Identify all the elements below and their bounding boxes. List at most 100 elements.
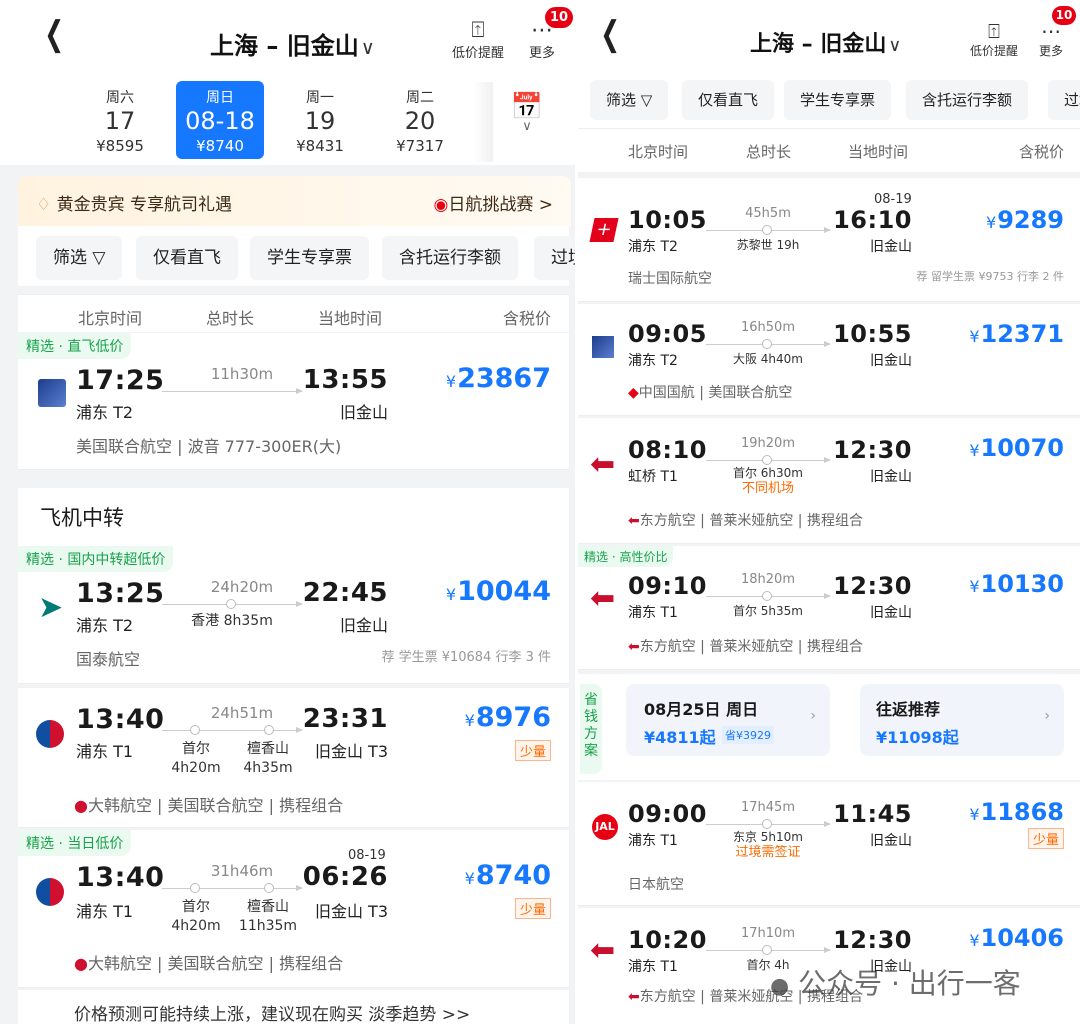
stop-dot xyxy=(762,945,772,955)
china-eastern-logo-icon: ⬅ xyxy=(590,581,616,616)
chevron-down-icon: ∨ xyxy=(360,36,375,59)
round-trip-box[interactable]: 往返推荐 ¥11098起 › xyxy=(860,684,1064,756)
transit-filter[interactable]: 过境 xyxy=(534,236,575,280)
price: ¥11868 xyxy=(969,798,1064,826)
nonstop-filter[interactable]: 仅看直飞 xyxy=(682,80,775,120)
route-title[interactable]: 上海 – 旧金山 ∨ xyxy=(210,26,375,61)
chevron-down-icon: ∨ xyxy=(888,36,902,56)
china-eastern-logo-icon: ⬅ xyxy=(590,447,616,482)
stop-dot xyxy=(226,599,236,609)
promo-bar[interactable]: ♢ 黄金贵宾 专享航司礼遇 ◉日航挑战赛 > xyxy=(18,176,571,226)
filter-button[interactable]: 筛选 ▽ xyxy=(590,80,669,120)
stop-dot xyxy=(264,725,274,735)
flight-card[interactable]: 精选 · 高性价比 ⬅ 09:10 浦东 T1 18h20m 首尔 5h35m … xyxy=(578,546,1080,670)
date-cell[interactable]: 周六 17 ¥8595 xyxy=(76,81,164,159)
flight-card[interactable]: 09:05 浦东 T2 16h50m 大阪 4h40m 10:55 旧金山 ¥1… xyxy=(578,304,1080,416)
price: ¥12371 xyxy=(969,320,1064,348)
wechat-icon: ● xyxy=(770,974,790,999)
stop-info: 东京 5h10m 过境需签证 xyxy=(732,830,803,860)
price: ¥23867 xyxy=(445,363,551,394)
date-strip-shadow xyxy=(473,82,493,162)
stop1: 首尔 4h20m xyxy=(171,899,221,934)
left-screen: ❮ 上海 – 旧金山∨ ⍐ 低价提醒 ⋯ 更多 10 五 6 265 周六 17… xyxy=(0,0,575,1024)
baggage-filter[interactable]: 含托运行李额 xyxy=(906,80,1029,120)
stop-dot xyxy=(762,819,772,829)
stop-dot xyxy=(264,883,274,893)
column-header: 北京时间 总时长 当地时间 含税价 xyxy=(578,128,1080,172)
price: ¥10130 xyxy=(969,570,1064,598)
trend-chart-icon: ⍐ xyxy=(988,19,1000,43)
more-button[interactable]: ⋯ 更多 xyxy=(1032,20,1070,59)
swiss-logo-icon: + xyxy=(589,218,619,242)
price: ¥8740 xyxy=(464,860,551,891)
column-header: 北京时间 总时长 当地时间 含税价 xyxy=(18,294,569,332)
date-cell[interactable]: 五 6 265 xyxy=(0,81,26,159)
price: ¥9289 xyxy=(986,206,1064,234)
flight-card[interactable]: 13:40 浦东 T1 24h51m 首尔 4h20m 檀香山 4h35m 23:3… xyxy=(18,688,569,828)
flight-card[interactable]: JAL 09:00 浦东 T1 17h45m 东京 5h10m 过境需签证 11:… xyxy=(578,782,1080,906)
korean-air-logo-icon xyxy=(36,720,64,748)
transit-filter[interactable]: 过境 xyxy=(1048,80,1080,120)
stop-dot xyxy=(762,225,772,235)
airline-row: ◆中国国航 | 美国联合航空 xyxy=(628,385,793,401)
stop-dot xyxy=(190,725,200,735)
right-screen: ❮ 上海 – 旧金山 ∨ ⍐ 低价提醒 ⋯ 更多 10 筛选 ▽ 仅看直飞 学生专… xyxy=(578,0,1080,1024)
united-airlines-logo-icon xyxy=(38,379,66,407)
route-line xyxy=(162,885,303,891)
stop1: 首尔 4h20m xyxy=(171,741,221,776)
chevron-right-icon: › xyxy=(810,708,816,724)
price: ¥10044 xyxy=(445,576,551,607)
jal-challenge-link[interactable]: ◉日航挑战赛 > xyxy=(434,190,554,215)
section-title: 飞机中转 xyxy=(18,488,569,546)
top-bar: ❮ 上海 – 旧金山 ∨ ⍐ 低价提醒 ⋯ 更多 10 xyxy=(0,0,575,77)
back-icon[interactable]: ❮ xyxy=(44,14,64,54)
airline-row: ●大韩航空 | 美国联合航空 | 携程组合 xyxy=(74,796,344,815)
flight-card[interactable]: 精选 · 直飞低价 17:25 浦东 T2 11h30m 13:55 旧金山 ¥… xyxy=(18,333,569,470)
route-title[interactable]: 上海 – 旧金山 ∨ xyxy=(750,26,901,58)
price-alert-button[interactable]: ⍐ 低价提醒 xyxy=(448,18,508,62)
stop-dot xyxy=(762,591,772,601)
student-filter[interactable]: 学生专享票 xyxy=(250,236,369,280)
notification-badge: 10 xyxy=(545,7,573,28)
cheaper-date-box[interactable]: 08月25日 周日 ¥4811起 省¥3929 › xyxy=(626,684,830,756)
airline-row: ⬅东方航空 | 普莱米娅航空 | 携程组合 xyxy=(628,513,863,529)
cathay-logo-icon: ➤ xyxy=(38,590,64,625)
price-alert-button[interactable]: ⍐ 低价提醒 xyxy=(964,20,1024,59)
airline-row: ⬅东方航空 | 普莱米娅航空 | 携程组合 xyxy=(628,639,863,655)
baggage-filter[interactable]: 含托运行李额 xyxy=(382,236,518,280)
savings-section: 省钱方案 08月25日 周日 ¥4811起 省¥3929 › 往返推荐 ¥110… xyxy=(578,674,1080,780)
watermark: ● 公众号 · 出行一客 xyxy=(770,967,1021,1000)
filter-bar: 筛选 ▽ 仅看直飞 学生专享票 含托运行李额 过境 xyxy=(18,226,575,286)
flight-card[interactable]: 精选 · 国内中转超低价 ➤ 13:25 浦东 T2 24h20m 香港 8h3… xyxy=(18,546,569,684)
top-bar: ❮ 上海 – 旧金山 ∨ ⍐ 低价提醒 ⋯ 更多 10 xyxy=(578,0,1080,74)
date-cell[interactable]: 周二 20 ¥7317 xyxy=(376,81,464,159)
jal-logo-icon: ◉ xyxy=(433,195,449,215)
stop-dot xyxy=(762,339,772,349)
gold-member-text: ♢ 黄金贵宾 专享航司礼遇 xyxy=(36,195,233,215)
route-line xyxy=(162,388,303,394)
date-cell[interactable]: 周一 19 ¥8431 xyxy=(276,81,364,159)
back-icon[interactable]: ❮ xyxy=(600,14,620,54)
flight-card[interactable]: ⬅ 08:10 虹桥 T1 19h20m 首尔 6h30m 不同机场 12:30 … xyxy=(578,418,1080,544)
trend-chart-icon: ⍐ xyxy=(471,18,485,43)
student-filter[interactable]: 学生专享票 xyxy=(784,80,892,120)
nonstop-filter[interactable]: 仅看直飞 xyxy=(136,236,238,280)
flight-card[interactable]: 精选 · 当日低价 08-19 13:40 浦东 T1 31h46m 首尔 4h2… xyxy=(18,830,569,988)
filter-bar: 筛选 ▽ 仅看直飞 学生专享票 含托运行李额 过境 xyxy=(578,74,1080,128)
route-line xyxy=(162,727,303,733)
notification-badge: 10 xyxy=(1052,6,1076,25)
diamond-icon: ♢ xyxy=(36,195,52,215)
filter-button[interactable]: 筛选 ▽ xyxy=(36,236,123,280)
stop-dot xyxy=(762,455,772,465)
price: ¥10406 xyxy=(969,924,1064,952)
jal-logo-icon: JAL xyxy=(592,814,618,840)
united-airlines-logo-icon xyxy=(592,336,614,358)
price: ¥8976 xyxy=(464,702,551,733)
date-cell-selected[interactable]: 周日 08-18 ¥8740 xyxy=(176,81,264,159)
calendar-icon[interactable]: 📅 ∨ xyxy=(497,92,557,152)
flight-card[interactable]: + 08-19 10:05 浦东 T2 45h5m 苏黎世 19h 16:10 … xyxy=(578,178,1080,302)
savings-side-label: 省钱方案 xyxy=(580,684,602,774)
stop-dot xyxy=(190,883,200,893)
price-forecast-bar[interactable]: 价格预测可能持续上涨，建议现在购买 淡季趋势 >> xyxy=(18,990,569,1024)
price: ¥10070 xyxy=(969,434,1064,462)
